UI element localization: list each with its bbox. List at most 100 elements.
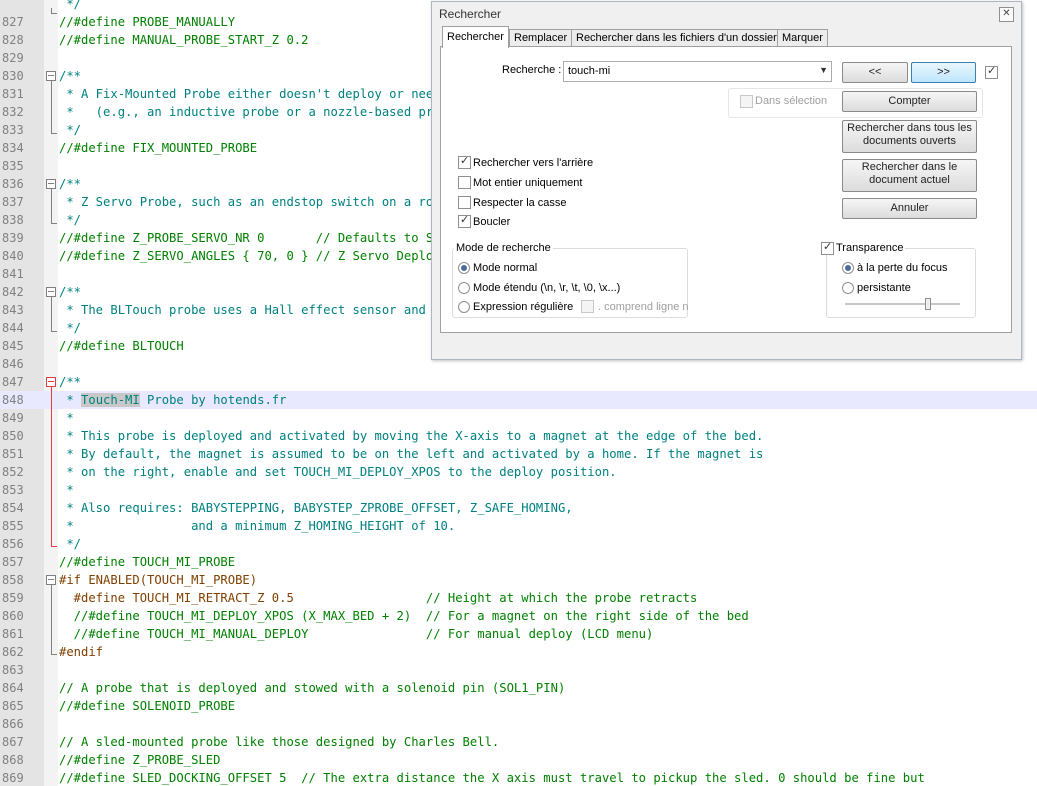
tab-replace[interactable]: Remplacer [509, 29, 573, 47]
mode-normal-radio[interactable] [458, 262, 470, 274]
line-number: 829 [2, 51, 24, 65]
code-line[interactable]: 857 //#define TOUCH_MI_PROBE [0, 553, 1037, 571]
fold-line [51, 80, 52, 133]
line-number: 868 [2, 753, 24, 767]
always-radio[interactable] [842, 282, 854, 294]
in-selection-checkbox[interactable] [740, 95, 753, 108]
code-text[interactable]: //#define TOUCH_MI_MANUAL_DEPLOY // For … [59, 625, 654, 643]
wrap-around-checkbox[interactable] [458, 213, 471, 228]
code-text[interactable]: #endif [59, 643, 103, 661]
code-text[interactable]: */ [59, 121, 81, 139]
code-text[interactable]: // A sled-mounted probe like those desig… [59, 733, 499, 751]
find-previous-button[interactable]: << [842, 62, 908, 83]
dot-newline-checkbox[interactable] [581, 300, 594, 313]
line-number: 857 [2, 555, 24, 569]
transparency-slider-thumb[interactable] [925, 298, 931, 310]
transparency-slider[interactable] [845, 303, 960, 306]
match-case-checkbox[interactable] [458, 196, 471, 209]
code-text[interactable]: * Touch-MI Probe by hotends.fr [59, 391, 286, 409]
chevron-down-icon[interactable]: ▼ [819, 65, 828, 75]
line-number: 845 [2, 339, 24, 353]
code-text[interactable]: */ [59, 535, 81, 553]
code-text[interactable]: //#define SLED_DOCKING_OFFSET 5 // The e… [59, 769, 925, 786]
code-text[interactable]: * [59, 409, 73, 427]
code-line[interactable]: 862 #endif [0, 643, 1037, 661]
code-line[interactable]: 852 * on the right, enable and set TOUCH… [0, 463, 1037, 481]
code-text[interactable]: //#define TOUCH_MI_PROBE [59, 553, 235, 571]
transparency-checkbox[interactable] [821, 240, 834, 255]
code-line[interactable]: 850 * This probe is deployed and activat… [0, 427, 1037, 445]
code-line[interactable]: 858 #if ENABLED(TOUCH_MI_PROBE) [0, 571, 1037, 589]
find-all-current-doc-button[interactable]: Rechercher dans le document actuel [842, 159, 977, 192]
code-text[interactable]: //#define FIX_MOUNTED_PROBE [59, 139, 257, 157]
code-line[interactable]: 860 //#define TOUCH_MI_DEPLOY_XPOS (X_MA… [0, 607, 1037, 625]
code-text[interactable]: //#define MANUAL_PROBE_START_Z 0.2 [59, 31, 308, 49]
code-line[interactable]: 861 //#define TOUCH_MI_MANUAL_DEPLOY // … [0, 625, 1037, 643]
code-line[interactable]: 847 /** [0, 373, 1037, 391]
code-line[interactable]: 867 // A sled-mounted probe like those de… [0, 733, 1037, 751]
code-line[interactable]: 868 //#define Z_PROBE_SLED [0, 751, 1037, 769]
code-text[interactable]: /** [59, 373, 81, 391]
find-next-button[interactable]: >> [911, 62, 976, 83]
fold-line [51, 584, 52, 654]
whole-word-checkbox[interactable] [458, 176, 471, 189]
code-text[interactable]: //#define TOUCH_MI_DEPLOY_XPOS (X_MAX_BE… [59, 607, 749, 625]
tab-find[interactable]: Rechercher [442, 26, 509, 48]
dialog-title: Rechercher [439, 7, 502, 21]
code-text[interactable]: * [59, 481, 73, 499]
code-text[interactable]: #if ENABLED(TOUCH_MI_PROBE) [59, 571, 257, 589]
cancel-button[interactable]: Annuler [842, 198, 977, 219]
tab-find-in-files[interactable]: Rechercher dans les fichiers d'un dossie… [571, 29, 782, 47]
code-line[interactable]: 866 [0, 715, 1037, 733]
code-text[interactable]: * By default, the magnet is assumed to b… [59, 445, 763, 463]
search-match: Touch-MI [81, 393, 140, 407]
code-line[interactable]: 851 * By default, the magnet is assumed … [0, 445, 1037, 463]
mode-extended-radio[interactable] [458, 282, 470, 294]
code-text[interactable]: #define TOUCH_MI_RETRACT_Z 0.5 // Height… [59, 589, 698, 607]
line-number: 841 [2, 267, 24, 281]
code-text[interactable]: * and a minimum Z_HOMING_HEIGHT of 10. [59, 517, 455, 535]
on-focus-loss-radio[interactable] [842, 262, 854, 274]
code-text[interactable]: //#define Z_PROBE_SLED [59, 751, 220, 769]
find-all-open-docs-button[interactable]: Rechercher dans tous les documents ouver… [842, 120, 977, 153]
code-line[interactable]: 856 */ [0, 535, 1037, 553]
code-text[interactable]: */ [59, 0, 81, 13]
code-text[interactable]: /** [59, 283, 81, 301]
code-line[interactable]: 865 //#define SOLENOID_PROBE [0, 697, 1037, 715]
code-text[interactable]: * This probe is deployed and activated b… [59, 427, 763, 445]
line-number: 828 [2, 33, 24, 47]
on-focus-loss-label: à la perte du focus [857, 262, 948, 274]
code-line[interactable]: 854 * Also requires: BABYSTEPPING, BABYS… [0, 499, 1037, 517]
search-input[interactable]: touch-mi ▼ [563, 61, 832, 82]
code-text[interactable]: //#define SOLENOID_PROBE [59, 697, 235, 715]
close-icon[interactable]: ✕ [999, 7, 1014, 22]
code-text[interactable]: */ [59, 319, 81, 337]
line-number: 846 [2, 357, 24, 371]
line-number: 843 [2, 303, 24, 317]
code-line[interactable]: 848 * Touch-MI Probe by hotends.fr [0, 391, 1037, 409]
code-text[interactable]: /** [59, 175, 81, 193]
code-line[interactable]: 853 * [0, 481, 1037, 499]
code-text[interactable]: /** [59, 67, 81, 85]
code-line[interactable]: 864 // A probe that is deployed and stowe… [0, 679, 1037, 697]
count-button[interactable]: Compter [842, 91, 977, 112]
backward-checkbox[interactable] [458, 154, 471, 169]
code-text[interactable]: // A probe that is deployed and stowed w… [59, 679, 565, 697]
tab-mark[interactable]: Marquer [777, 29, 828, 47]
code-line[interactable]: 849 * [0, 409, 1037, 427]
code-text[interactable]: */ [59, 211, 81, 229]
code-text[interactable]: * on the right, enable and set TOUCH_MI_… [59, 463, 616, 481]
code-text[interactable]: * Also requires: BABYSTEPPING, BABYSTEP_… [59, 499, 572, 517]
transparency-toggle-checkbox[interactable] [985, 64, 998, 79]
code-line[interactable]: 869 //#define SLED_DOCKING_OFFSET 5 // Th… [0, 769, 1037, 786]
code-line[interactable]: 863 [0, 661, 1037, 679]
code-text[interactable]: //#define PROBE_MANUALLY [59, 13, 235, 31]
line-number: 832 [2, 105, 24, 119]
code-line[interactable]: 855 * and a minimum Z_HOMING_HEIGHT of 1… [0, 517, 1037, 535]
code-line[interactable]: 859 #define TOUCH_MI_RETRACT_Z 0.5 // He… [0, 589, 1037, 607]
search-value[interactable]: touch-mi [568, 65, 610, 77]
line-number: 844 [2, 321, 24, 335]
line-number: 834 [2, 141, 24, 155]
code-text[interactable]: //#define BLTOUCH [59, 337, 184, 355]
mode-regex-radio[interactable] [458, 301, 470, 313]
